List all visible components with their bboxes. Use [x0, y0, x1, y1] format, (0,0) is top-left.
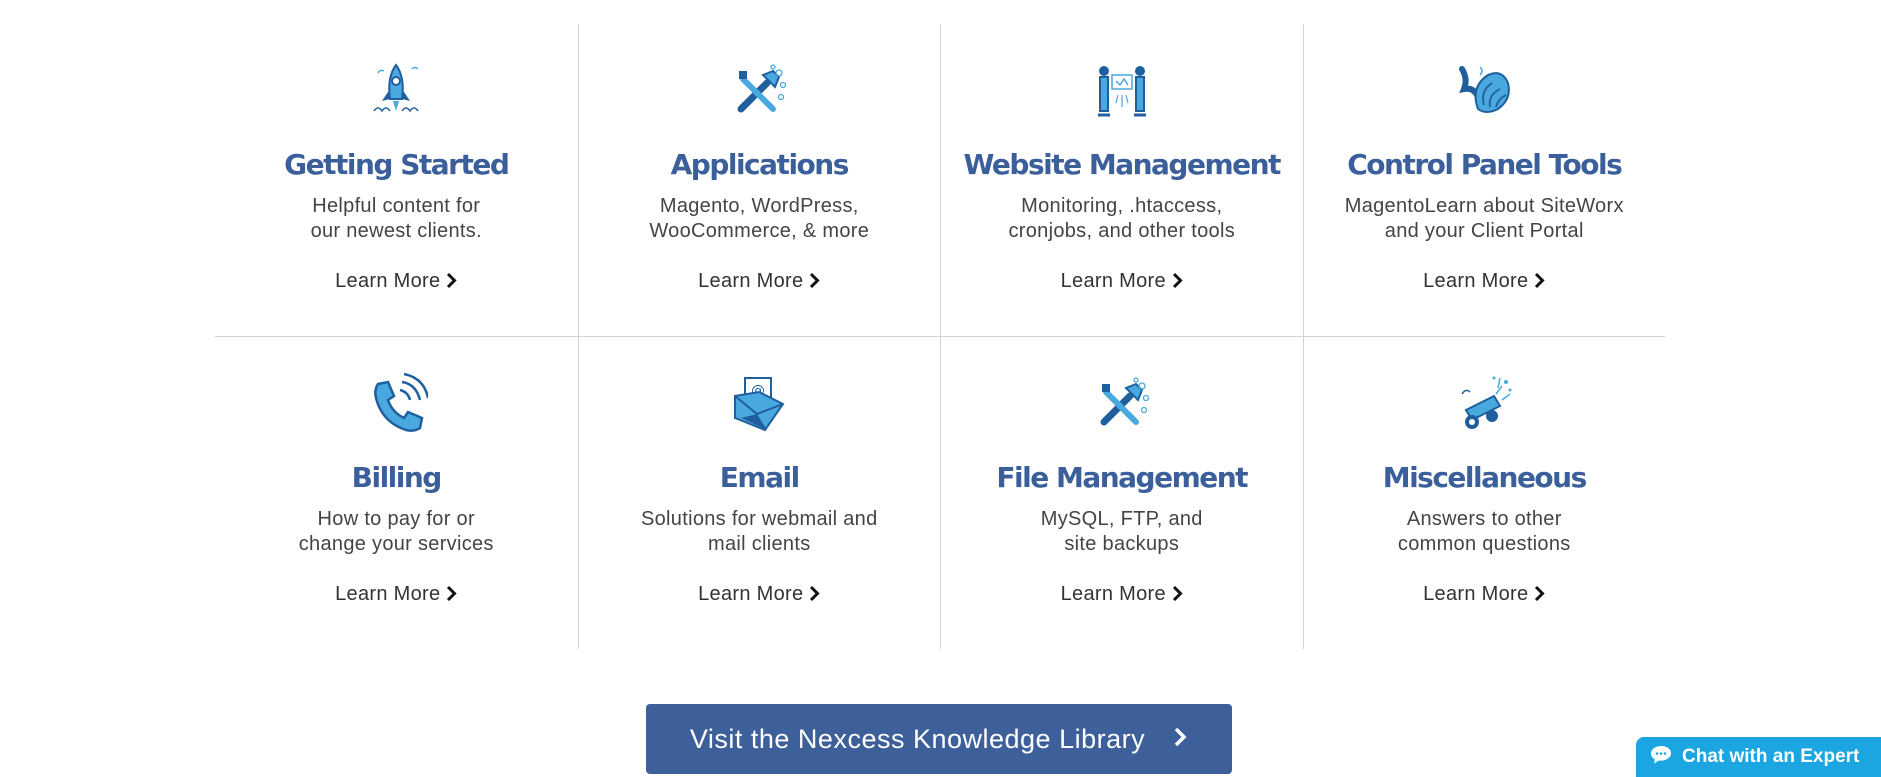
- learn-more-link[interactable]: Learn More: [1304, 270, 1666, 295]
- chevron-right-icon: [1172, 272, 1183, 295]
- description-line: Magento, WordPress,: [659, 195, 859, 217]
- category-miscellaneous: Miscellaneous Answers to other common qu…: [1302, 337, 1666, 649]
- category-title: Miscellaneous: [1382, 461, 1588, 494]
- description-line: MySQL, FTP, and: [1040, 508, 1203, 530]
- tools-icon: [1090, 372, 1154, 436]
- chevron-right-icon: [809, 585, 821, 608]
- knowledge-library-button[interactable]: Visit the Nexcess Knowledge Library: [646, 704, 1232, 774]
- chevron-right-icon: [1534, 272, 1546, 295]
- category-description: Helpful content for our newest clients.: [235, 194, 558, 244]
- learn-more-link[interactable]: Learn More: [941, 583, 1303, 608]
- category-description: MySQL, FTP, and site backups: [961, 507, 1283, 557]
- cannon-icon: [1452, 372, 1516, 436]
- description-line: MagentoLearn about SiteWorx: [1344, 195, 1624, 217]
- category-title: Getting Started: [284, 148, 510, 181]
- description-line: change your services: [298, 533, 494, 555]
- category-description: Solutions for webmail and mail clients: [599, 507, 921, 557]
- learn-more-label: Learn More: [1060, 270, 1166, 292]
- chevron-right-icon: [1172, 585, 1183, 608]
- category-email: @ Email Solutions for webmail and mail c…: [577, 337, 941, 649]
- description-line: cronjobs, and other tools: [1008, 220, 1236, 242]
- learn-more-link[interactable]: Learn More: [579, 270, 941, 295]
- description-line: How to pay for or: [317, 508, 475, 530]
- category-title: Billing: [351, 461, 443, 494]
- learn-more-label: Learn More: [1060, 583, 1166, 605]
- chevron-right-icon: [1534, 585, 1546, 608]
- chevron-right-icon: [1173, 724, 1188, 755]
- description-line: site backups: [1064, 533, 1180, 555]
- tools-icon: [727, 59, 791, 123]
- phone-icon: [364, 372, 429, 436]
- category-title: Applications: [670, 148, 850, 181]
- description-line: mail clients: [707, 533, 811, 555]
- description-line: Helpful content for: [312, 195, 481, 217]
- chevron-right-icon: [446, 272, 458, 295]
- category-title: Email: [719, 461, 800, 494]
- rocket-icon: [364, 59, 428, 123]
- category-title: File Management: [996, 461, 1248, 494]
- description-line: WooCommerce, & more: [649, 220, 870, 242]
- category-description: Monitoring, .htaccess, cronjobs, and oth…: [961, 194, 1283, 244]
- category-description: How to pay for or change your services: [235, 507, 558, 557]
- chat-bubble-icon: [1650, 744, 1672, 770]
- category-row-1: Getting Started Helpful content for our …: [215, 24, 1665, 337]
- description-line: our newest clients.: [310, 220, 482, 242]
- chevron-right-icon: [809, 272, 821, 295]
- learn-more-label: Learn More: [1423, 270, 1529, 292]
- learn-more-label: Learn More: [1423, 583, 1529, 605]
- category-row-2: Billing How to pay for or change your se…: [215, 337, 1665, 649]
- description-line: common questions: [1397, 533, 1571, 555]
- learn-more-label: Learn More: [335, 583, 441, 605]
- learn-more-label: Learn More: [335, 270, 441, 292]
- category-getting-started: Getting Started Helpful content for our …: [215, 24, 578, 336]
- category-file-management: File Management MySQL, FTP, and site bac…: [940, 337, 1303, 649]
- category-description: Answers to other common questions: [1324, 507, 1646, 557]
- learn-more-link[interactable]: Learn More: [941, 270, 1303, 295]
- description-line: Answers to other: [1406, 508, 1562, 530]
- category-billing: Billing How to pay for or change your se…: [215, 337, 578, 649]
- chat-with-expert-button[interactable]: Chat with an Expert: [1636, 737, 1881, 777]
- envelope-icon: @: [727, 372, 791, 436]
- learn-more-link[interactable]: Learn More: [215, 583, 578, 608]
- category-website-management: Website Management Monitoring, .htaccess…: [940, 24, 1303, 336]
- chevron-right-icon: [446, 585, 458, 608]
- category-applications: Applications Magento, WordPress, WooComm…: [577, 24, 941, 336]
- category-title: Control Panel Tools: [1347, 148, 1623, 181]
- learn-more-link[interactable]: Learn More: [1304, 583, 1666, 608]
- servers-icon: [1090, 59, 1154, 123]
- category-control-panel-tools: Control Panel Tools MagentoLearn about S…: [1302, 24, 1666, 336]
- category-grid: Getting Started Helpful content for our …: [215, 24, 1665, 649]
- knowledge-library-label: Visit the Nexcess Knowledge Library: [689, 723, 1146, 754]
- learn-more-label: Learn More: [698, 270, 804, 292]
- description-line: and your Client Portal: [1384, 220, 1584, 242]
- learn-more-link[interactable]: Learn More: [215, 270, 578, 295]
- shell-icon: [1452, 59, 1516, 123]
- learn-more-link[interactable]: Learn More: [579, 583, 941, 608]
- category-title: Website Management: [963, 148, 1282, 181]
- category-description: MagentoLearn about SiteWorx and your Cli…: [1324, 194, 1646, 244]
- description-line: Monitoring, .htaccess,: [1021, 195, 1223, 217]
- description-line: Solutions for webmail and: [640, 508, 878, 530]
- learn-more-label: Learn More: [698, 583, 804, 605]
- category-description: Magento, WordPress, WooCommerce, & more: [599, 194, 921, 244]
- chat-with-expert-label: Chat with an Expert: [1682, 746, 1860, 767]
